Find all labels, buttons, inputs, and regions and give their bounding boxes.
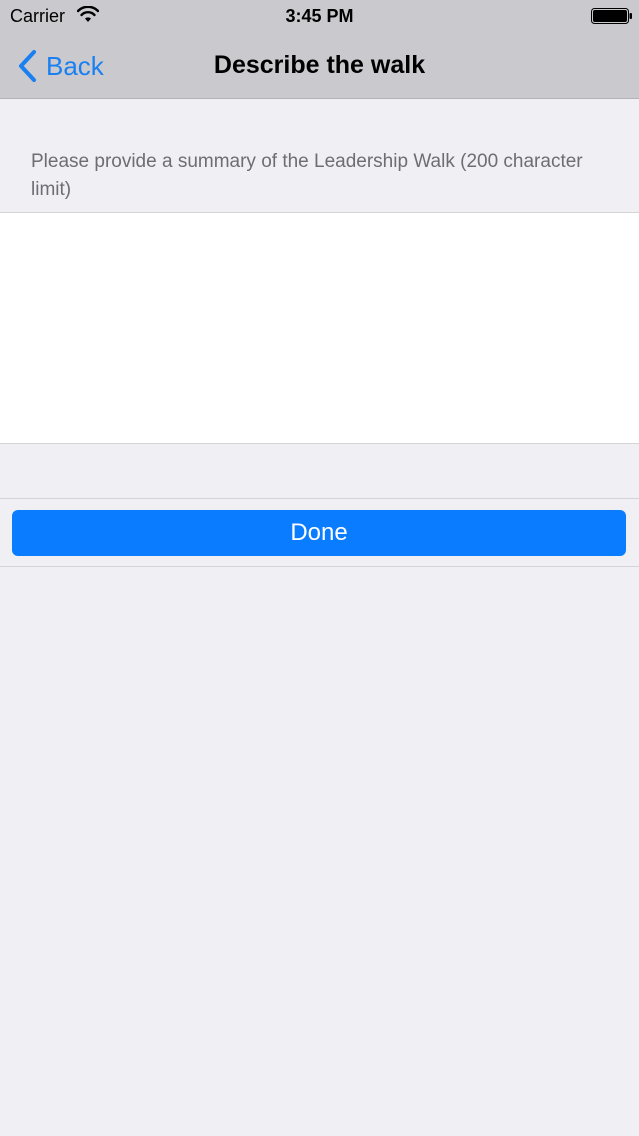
done-button-row: Done bbox=[0, 498, 639, 567]
summary-textarea[interactable] bbox=[0, 213, 639, 443]
page-title: Describe the walk bbox=[213, 51, 426, 79]
summary-textarea-container bbox=[0, 212, 639, 444]
battery-icon bbox=[591, 8, 633, 24]
summary-prompt-label: Please provide a summary of the Leadersh… bbox=[31, 151, 583, 200]
status-time: 3:45 PM bbox=[285, 6, 354, 26]
status-bar: Carrier 3:45 PM bbox=[0, 0, 639, 33]
navigation-bar: Back Describe the walk bbox=[0, 33, 639, 99]
done-button[interactable]: Done bbox=[12, 510, 626, 556]
